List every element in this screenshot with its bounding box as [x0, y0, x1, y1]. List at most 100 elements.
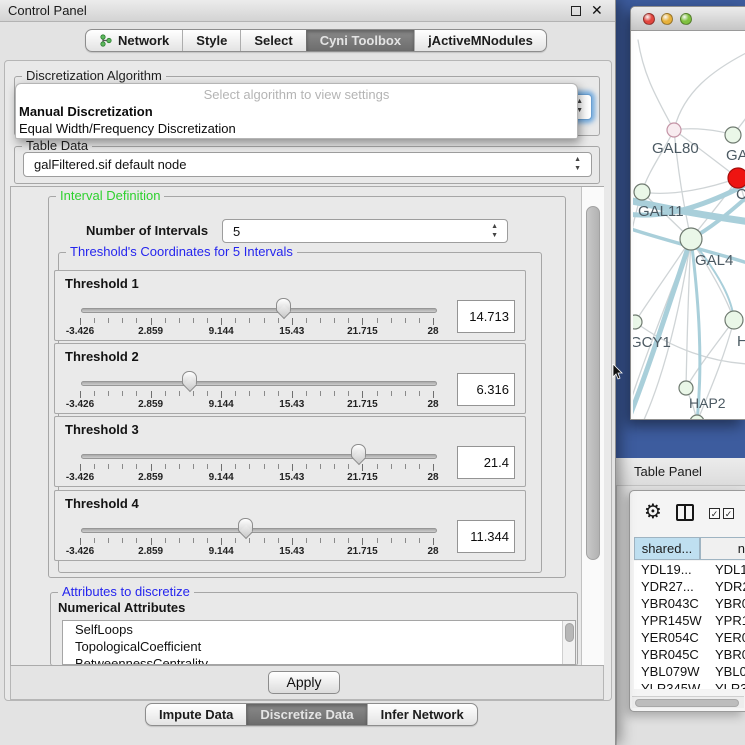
node-red[interactable]: [728, 168, 745, 188]
table-panel-titlebar[interactable]: Table Panel: [616, 458, 745, 486]
list-vertical-scrollbar[interactable]: [562, 621, 575, 664]
table-row[interactable]: YPR145WYPR1: [634, 612, 745, 629]
number-of-intervals-combobox[interactable]: 5 ▲▼: [222, 219, 508, 243]
cell-shared-name: YER054C: [641, 630, 699, 645]
network-edge[interactable]: [686, 320, 734, 388]
node-label-GAL80: GAL80: [652, 140, 699, 157]
tab-style[interactable]: Style: [182, 30, 240, 51]
tick-mark: [108, 391, 109, 396]
horizontal-scrollbar[interactable]: [632, 696, 744, 708]
table-row[interactable]: YLR345WYLR3: [634, 680, 745, 689]
node-HAP2[interactable]: [679, 381, 693, 395]
threshold-value-field[interactable]: [457, 373, 515, 406]
tab-network[interactable]: Network: [86, 30, 182, 51]
cell-name: YBR0: [715, 596, 745, 611]
table-row[interactable]: YBR045CYBR0: [634, 646, 745, 663]
node-GAL11[interactable]: [634, 184, 650, 200]
numerical-attributes-list[interactable]: SelfLoopsTopologicalCoefficientBetweenne…: [62, 620, 576, 665]
network-edge[interactable]: [642, 178, 738, 193]
table-row[interactable]: YDR27...YDR2: [634, 578, 745, 595]
tick-mark: [362, 391, 363, 398]
slider-track[interactable]: [81, 381, 437, 386]
tick-mark: [377, 391, 378, 396]
float-window-icon[interactable]: [571, 6, 581, 16]
control-panel-titlebar[interactable]: Control Panel ✕: [0, 0, 615, 22]
tick-mark: [108, 538, 109, 543]
tick-mark: [235, 391, 236, 396]
table-row[interactable]: YDL19...YDL1: [634, 561, 745, 578]
node-GCY1[interactable]: [633, 315, 642, 329]
table-data-combobox[interactable]: galFiltered.sif default node ▲▼: [23, 152, 592, 177]
threshold-value-field[interactable]: [457, 300, 515, 333]
network-edge[interactable]: [674, 129, 733, 135]
tick-mark: [207, 318, 208, 323]
column-header-shared[interactable]: shared...: [634, 537, 700, 560]
node-label-red: C: [736, 186, 745, 203]
tab-label: Discretize Data: [260, 707, 353, 722]
tick-label: 28: [427, 472, 438, 483]
threshold-value-field[interactable]: [457, 446, 515, 479]
tick-label: 9.144: [209, 399, 234, 410]
table-row[interactable]: YBL079WYBL0: [634, 663, 745, 680]
tab-infer-network[interactable]: Infer Network: [367, 704, 477, 725]
network-edge[interactable]: [674, 52, 745, 130]
slider-thumb[interactable]: [276, 298, 291, 312]
tick-mark: [179, 318, 180, 323]
tick-mark: [334, 318, 335, 323]
node-GAL80[interactable]: [667, 123, 681, 137]
close-traffic-light[interactable]: [643, 13, 655, 25]
tab-discretize-data[interactable]: Discretize Data: [246, 704, 366, 725]
tick-label: 2.859: [138, 472, 163, 483]
split-columns-icon[interactable]: [676, 504, 694, 521]
slider-track[interactable]: [81, 308, 437, 313]
node-GAL4[interactable]: [680, 228, 702, 250]
apply-button[interactable]: Apply: [268, 671, 340, 694]
tab-label: Infer Network: [381, 707, 464, 722]
close-icon[interactable]: ✕: [591, 2, 603, 19]
table-row[interactable]: YBR043CYBR0: [634, 595, 745, 612]
node-bottom[interactable]: [690, 415, 704, 419]
threshold-label: Threshold 3: [65, 422, 139, 437]
dropdown-option[interactable]: Manual Discretization: [19, 104, 576, 121]
node-GA[interactable]: [725, 127, 741, 143]
column-header-na[interactable]: na: [700, 537, 745, 560]
slider-thumb[interactable]: [351, 444, 366, 458]
cell-shared-name: YBL079W: [641, 664, 700, 679]
tick-label: 2.859: [138, 399, 163, 410]
list-item[interactable]: SelfLoops: [63, 621, 575, 638]
group-title: Attributes to discretize: [58, 585, 194, 599]
scrollbar-thumb[interactable]: [635, 699, 739, 707]
tab-impute-data[interactable]: Impute Data: [146, 704, 246, 725]
list-item[interactable]: TopologicalCoefficient: [63, 638, 575, 655]
tab-cyni-toolbox[interactable]: Cyni Toolbox: [306, 30, 414, 51]
slider-thumb[interactable]: [238, 518, 253, 532]
list-item[interactable]: BetweennessCentrality: [63, 655, 575, 665]
tick-mark: [235, 464, 236, 469]
network-window-titlebar[interactable]: [631, 7, 745, 31]
checkbox-icon[interactable]: ✓: [709, 508, 720, 519]
minimize-traffic-light[interactable]: [661, 13, 673, 25]
slider-track[interactable]: [81, 528, 437, 533]
slider-track[interactable]: [81, 454, 437, 459]
number-of-intervals-label: Number of Intervals: [86, 223, 208, 238]
network-graph: GAL80GACGAL11GAL4GCY1HHAP2: [633, 32, 745, 419]
tick-mark: [108, 464, 109, 469]
node-H[interactable]: [725, 311, 743, 329]
threshold-value-field[interactable]: [457, 520, 515, 553]
table-row[interactable]: YER054CYER0: [634, 629, 745, 646]
numerical-attributes-label: Numerical Attributes: [58, 600, 185, 615]
slider-thumb[interactable]: [182, 371, 197, 385]
network-canvas[interactable]: GAL80GACGAL11GAL4GCY1HHAP2: [633, 32, 745, 419]
tab-select[interactable]: Select: [240, 30, 305, 51]
zoom-traffic-light[interactable]: [680, 13, 692, 25]
tick-mark: [221, 318, 222, 325]
checkbox-icon[interactable]: ✓: [723, 508, 734, 519]
scrollbar-thumb[interactable]: [565, 623, 574, 642]
scrollbar-thumb[interactable]: [586, 206, 600, 560]
dropdown-option[interactable]: Equal Width/Frequency Discretization: [19, 121, 576, 138]
network-edge[interactable]: [635, 239, 691, 322]
vertical-scrollbar[interactable]: [581, 187, 604, 665]
gear-icon[interactable]: ⚙: [644, 500, 662, 522]
network-edge[interactable]: [638, 40, 674, 130]
tab-jactivemnodules[interactable]: jActiveMNodules: [414, 30, 546, 51]
